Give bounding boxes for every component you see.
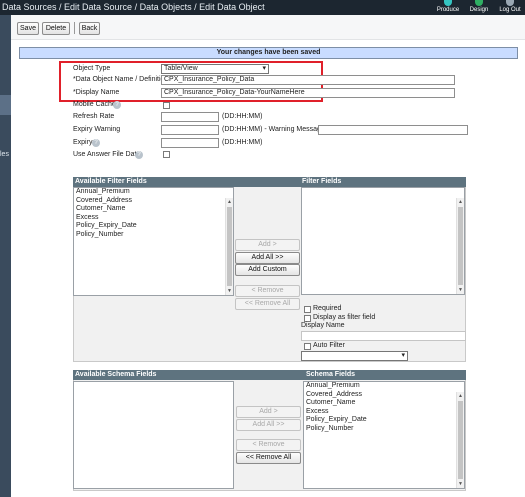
save-button[interactable]: Save bbox=[17, 22, 39, 35]
remove-all-schema-button[interactable]: << Remove All bbox=[236, 452, 301, 464]
list-item[interactable]: Covered_Address bbox=[74, 197, 233, 206]
list-item[interactable]: Excess bbox=[304, 408, 464, 417]
required-checkbox[interactable] bbox=[304, 306, 311, 313]
scroll-thumb[interactable] bbox=[458, 207, 463, 285]
scroll-up-icon[interactable]: ▲ bbox=[457, 198, 464, 206]
use-answer-file-label: Use Answer File Data bbox=[73, 151, 141, 158]
display-name-input[interactable]: CPX_Insurance_Policy_Data-YourNameHere bbox=[161, 88, 455, 98]
produce-icon bbox=[444, 0, 452, 6]
available-schema-fields-title: Available Schema Fields bbox=[75, 371, 157, 378]
scroll-down-icon[interactable]: ▼ bbox=[457, 480, 464, 488]
mobile-cache-label: Mobile Cache bbox=[73, 101, 116, 108]
auto-filter-select[interactable]: ▾ bbox=[301, 351, 408, 361]
list-item[interactable]: Annual_Premium bbox=[74, 188, 233, 197]
remove-filter-button[interactable]: < Remove bbox=[235, 285, 300, 297]
list-item[interactable]: Cutomer_Name bbox=[304, 399, 464, 408]
nav-logout-label: Log Out bbox=[499, 7, 521, 13]
expiry-warning-input[interactable] bbox=[161, 125, 219, 135]
auto-filter-checkbox[interactable] bbox=[304, 343, 311, 350]
object-type-label: Object Type bbox=[73, 65, 111, 72]
add-custom-filter-button[interactable]: Add Custom bbox=[235, 264, 300, 276]
scrollbar[interactable]: ▲ ▼ bbox=[456, 392, 464, 488]
list-item[interactable]: Policy_Number bbox=[74, 231, 233, 240]
sidebar-item-label[interactable]: les bbox=[0, 151, 9, 158]
help-icon[interactable]: ? bbox=[113, 101, 121, 109]
remove-all-filter-button[interactable]: << Remove All bbox=[235, 298, 300, 310]
list-item[interactable]: Policy_Expiry_Date bbox=[74, 222, 233, 231]
data-object-name-input[interactable]: CPX_Insurance_Policy_Data bbox=[161, 75, 455, 85]
scroll-thumb[interactable] bbox=[458, 401, 463, 479]
mobile-cache-checkbox[interactable] bbox=[163, 102, 170, 109]
list-item[interactable]: Excess bbox=[74, 214, 233, 223]
nav-produce-label: Produce bbox=[436, 7, 460, 13]
available-schema-list[interactable] bbox=[73, 381, 234, 489]
design-icon bbox=[475, 0, 483, 6]
object-type-value: Table/View bbox=[164, 65, 198, 72]
required-label: Required bbox=[313, 305, 342, 312]
display-name-filter-label: Display Name bbox=[301, 322, 345, 329]
toolbar: Save Delete Back bbox=[11, 15, 525, 40]
scroll-up-icon[interactable]: ▲ bbox=[226, 198, 233, 206]
scroll-up-icon[interactable]: ▲ bbox=[457, 392, 464, 400]
top-bar: Data Sources / Edit Data Source / Data O… bbox=[0, 0, 525, 15]
nav-design-label: Design bbox=[469, 7, 489, 13]
refresh-rate-label: Refresh Rate bbox=[73, 113, 115, 120]
scroll-thumb[interactable] bbox=[227, 207, 232, 286]
auto-filter-label: Auto Filter bbox=[313, 342, 345, 349]
chevron-down-icon: ▾ bbox=[401, 352, 405, 359]
nav-produce[interactable]: Produce bbox=[435, 0, 461, 13]
expiry-input[interactable] bbox=[161, 138, 219, 148]
refresh-rate-hint: (DD:HH:MM) bbox=[222, 113, 263, 120]
help-icon[interactable]: ? bbox=[92, 139, 100, 147]
breadcrumb[interactable]: Data Sources / Edit Data Source / Data O… bbox=[2, 2, 265, 12]
data-object-name-label: *Data Object Name / Definition bbox=[73, 76, 169, 83]
list-item[interactable]: Cutomer_Name bbox=[74, 205, 233, 214]
list-item[interactable]: Annual_Premium bbox=[304, 382, 464, 391]
sidebar: les bbox=[0, 15, 11, 497]
delete-button[interactable]: Delete bbox=[42, 22, 70, 35]
expiry-warning-label: Expiry Warning bbox=[73, 126, 121, 133]
add-all-schema-button[interactable]: Add All >> bbox=[236, 419, 301, 431]
nav-design[interactable]: Design bbox=[467, 0, 491, 13]
schema-fields-title: Schema Fields bbox=[306, 371, 356, 378]
expiry-hint: (DD:HH:MM) bbox=[222, 139, 263, 146]
list-item[interactable]: Policy_Expiry_Date bbox=[304, 416, 464, 425]
scrollbar[interactable]: ▲ ▼ bbox=[225, 198, 233, 295]
nav-logout[interactable]: Log Out bbox=[496, 0, 524, 13]
display-as-filter-checkbox[interactable] bbox=[304, 315, 311, 322]
expiry-warning-hint: (DD:HH:MM) - Warning Message bbox=[222, 126, 325, 133]
list-item[interactable]: Policy_Number bbox=[304, 425, 464, 434]
filter-fields-title: Filter Fields bbox=[302, 178, 342, 185]
object-type-select[interactable]: Table/View ▾ bbox=[161, 64, 269, 74]
remove-schema-button[interactable]: < Remove bbox=[236, 439, 301, 451]
back-button[interactable]: Back bbox=[79, 22, 100, 35]
add-all-filter-button[interactable]: Add All >> bbox=[235, 252, 300, 264]
display-name-label: *Display Name bbox=[73, 89, 120, 96]
scrollbar[interactable]: ▲ ▼ bbox=[456, 198, 464, 294]
add-filter-button[interactable]: Add > bbox=[235, 239, 300, 251]
available-filter-list[interactable]: Annual_Premium Covered_Address Cutomer_N… bbox=[73, 187, 234, 296]
expiry-label: Expiry bbox=[73, 139, 93, 146]
refresh-rate-input[interactable] bbox=[161, 112, 219, 122]
filter-display-name-input[interactable] bbox=[301, 331, 466, 341]
display-as-filter-label: Display as filter field bbox=[313, 314, 376, 321]
chevron-down-icon: ▾ bbox=[262, 65, 266, 72]
available-filter-fields-title: Available Filter Fields bbox=[75, 178, 147, 185]
list-item[interactable]: Covered_Address bbox=[304, 391, 464, 400]
logout-icon bbox=[506, 0, 514, 6]
scroll-down-icon[interactable]: ▼ bbox=[226, 287, 233, 295]
use-answer-file-checkbox[interactable] bbox=[163, 151, 170, 158]
status-banner: Your changes have been saved bbox=[19, 47, 518, 59]
warning-message-input[interactable] bbox=[318, 125, 468, 135]
help-icon[interactable]: ? bbox=[135, 151, 143, 159]
schema-fields-list[interactable]: Annual_Premium Covered_Address Cutomer_N… bbox=[303, 381, 465, 489]
toolbar-divider bbox=[74, 22, 75, 34]
sidebar-active-item[interactable] bbox=[0, 95, 11, 115]
filter-fields-list[interactable]: ▲ ▼ bbox=[301, 187, 465, 295]
scroll-down-icon[interactable]: ▼ bbox=[457, 286, 464, 294]
add-schema-button[interactable]: Add > bbox=[236, 406, 301, 418]
